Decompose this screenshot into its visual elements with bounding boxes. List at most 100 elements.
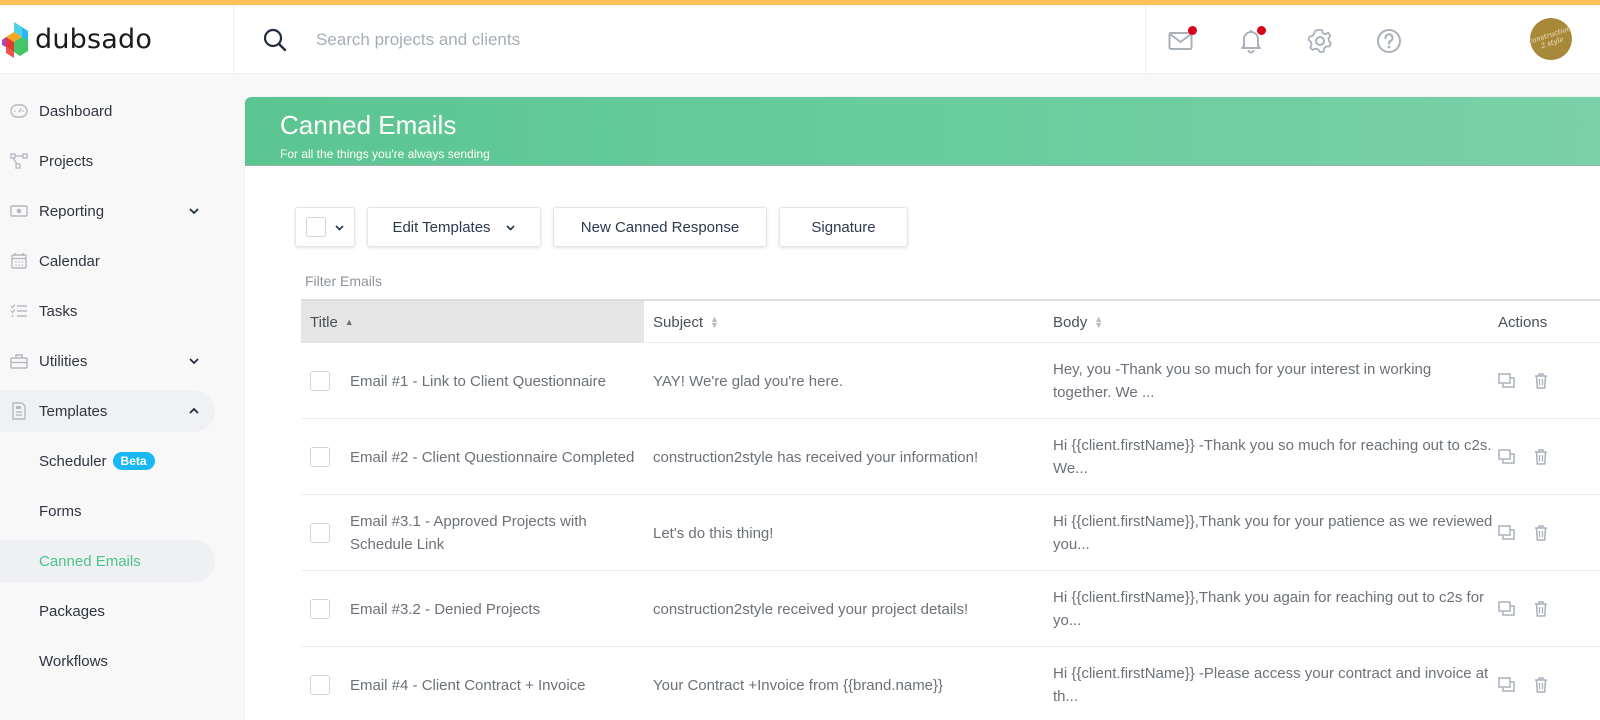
sidebar-item-reporting[interactable]: Reporting: [0, 190, 215, 232]
duplicate-button[interactable]: [1498, 524, 1516, 542]
toolbox-icon: [10, 352, 28, 370]
mail-notification-dot: [1188, 26, 1197, 35]
sidebar-item-label: Projects: [39, 152, 94, 170]
email-subject: Let's do this thing!: [653, 524, 774, 542]
edit-templates-button[interactable]: Edit Templates: [367, 207, 541, 247]
sidebar-item-label: Canned Emails: [39, 552, 141, 570]
sidebar: Dashboard Projects Reporting Calendar Ta…: [0, 90, 230, 690]
logo[interactable]: dubsado: [0, 5, 234, 74]
sidebar-item-packages[interactable]: Packages: [0, 590, 215, 632]
select-all-checkbox[interactable]: [305, 217, 326, 237]
column-title-label: Title: [310, 313, 338, 331]
column-header-body[interactable]: Body ▲ ▼: [1053, 301, 1103, 343]
row-checkbox[interactable]: [310, 674, 330, 695]
email-title[interactable]: Email #1 - Link to Client Questionnaire: [350, 343, 640, 419]
email-body-preview: Hi {{client.firstName}} -Please access y…: [1053, 665, 1489, 705]
email-title[interactable]: Email #3.1 - Approved Projects with Sche…: [350, 495, 640, 571]
sidebar-item-workflows[interactable]: Workflows: [0, 640, 215, 682]
delete-button[interactable]: [1532, 600, 1550, 618]
table-row[interactable]: Email #3.2 - Denied Projects constructio…: [301, 571, 1600, 647]
sidebar-item-dashboard[interactable]: Dashboard: [0, 90, 215, 132]
search-icon[interactable]: [262, 27, 288, 53]
canned-emails-table: Title ▲ Subject ▲ ▼ Body ▲ ▼ Actions Email…: [301, 299, 1600, 720]
email-subject: construction2style received your project…: [653, 600, 969, 618]
top-bar: dubsado Search projects and clients cons…: [0, 5, 1600, 74]
column-header-subject[interactable]: Subject ▲ ▼: [653, 301, 719, 343]
email-body-preview: Hi {{client.firstName}},Thank you again …: [1053, 589, 1485, 629]
sidebar-item-utilities[interactable]: Utilities: [0, 340, 215, 382]
header-divider: [1145, 5, 1146, 74]
row-checkbox[interactable]: [310, 598, 330, 619]
table-body: Email #1 - Link to Client Questionnaire …: [301, 343, 1600, 720]
delete-button[interactable]: [1532, 524, 1550, 542]
row-checkbox[interactable]: [310, 370, 330, 391]
bulk-select-dropdown[interactable]: [295, 207, 355, 247]
filter-emails-input[interactable]: [305, 273, 605, 289]
sidebar-item-label: Tasks: [39, 302, 78, 320]
sidebar-item-label: Forms: [39, 502, 82, 520]
sidebar-item-canned-emails[interactable]: Canned Emails: [0, 540, 215, 582]
signature-button[interactable]: Signature: [779, 207, 908, 247]
sidebar-item-forms[interactable]: Forms: [0, 490, 215, 532]
sidebar-item-calendar[interactable]: Calendar: [0, 240, 215, 282]
sidebar-item-label: Dashboard: [39, 102, 113, 120]
table-row[interactable]: Email #3.1 - Approved Projects with Sche…: [301, 495, 1600, 571]
table-row[interactable]: Email #1 - Link to Client Questionnaire …: [301, 343, 1600, 419]
column-header-title[interactable]: Title ▲: [301, 301, 644, 343]
document-icon: [10, 402, 28, 420]
sidebar-item-templates[interactable]: Templates: [0, 390, 215, 432]
column-header-actions: Actions: [1498, 301, 1547, 343]
duplicate-icon: [1498, 448, 1515, 464]
table-header: Title ▲ Subject ▲ ▼ Body ▲ ▼ Actions: [301, 301, 1600, 343]
duplicate-button[interactable]: [1498, 600, 1516, 618]
notifications-button[interactable]: [1237, 26, 1266, 55]
sidebar-item-projects[interactable]: Projects: [0, 140, 215, 182]
email-title[interactable]: Email #2 - Client Questionnaire Complete…: [350, 419, 640, 495]
edit-templates-label: Edit Templates: [392, 218, 491, 236]
sidebar-item-scheduler[interactable]: Scheduler Beta: [0, 440, 215, 482]
delete-button[interactable]: [1532, 372, 1550, 390]
table-row[interactable]: Email #4 - Client Contract + Invoice You…: [301, 647, 1600, 720]
trash-icon: [1535, 372, 1547, 389]
email-subject: YAY! We're glad you're here.: [653, 372, 843, 390]
sidebar-item-label: Utilities: [39, 352, 88, 370]
projects-icon: [10, 152, 28, 170]
email-subject: construction2style has received your inf…: [653, 448, 979, 466]
row-checkbox[interactable]: [310, 446, 330, 467]
search-input[interactable]: [316, 29, 1016, 50]
sidebar-item-label: Reporting: [39, 202, 105, 220]
new-canned-response-button[interactable]: New Canned Response: [553, 207, 767, 247]
chevron-down-icon: [505, 224, 515, 231]
beta-badge: Beta: [112, 452, 155, 470]
duplicate-button[interactable]: [1498, 372, 1516, 390]
user-avatar[interactable]: construction 2 style: [1524, 12, 1578, 66]
tasks-icon: [10, 302, 28, 320]
gear-icon: [1307, 29, 1332, 53]
email-body-preview: Hi {{client.firstName}} -Thank you so mu…: [1053, 437, 1492, 477]
dubsado-logo-icon: [2, 21, 28, 58]
money-icon: [10, 202, 28, 220]
trash-icon: [1535, 676, 1547, 693]
chevron-down-icon: [189, 358, 199, 365]
sidebar-item-label: Templates: [39, 402, 108, 420]
settings-button[interactable]: [1306, 27, 1334, 55]
row-checkbox[interactable]: [310, 522, 330, 543]
toolbar: Edit Templates New Canned Response Signa…: [295, 207, 920, 247]
column-subject-label: Subject: [653, 313, 704, 331]
delete-button[interactable]: [1532, 448, 1550, 466]
duplicate-button[interactable]: [1498, 676, 1516, 694]
duplicate-button[interactable]: [1498, 448, 1516, 466]
signature-label: Signature: [811, 218, 876, 236]
gauge-icon: [10, 102, 28, 120]
sort-icon: ▲ ▼: [1094, 314, 1104, 330]
email-title[interactable]: Email #4 - Client Contract + Invoice: [350, 647, 640, 720]
table-row[interactable]: Email #2 - Client Questionnaire Complete…: [301, 419, 1600, 495]
mail-button[interactable]: [1167, 26, 1197, 55]
email-title[interactable]: Email #3.2 - Denied Projects: [350, 571, 640, 647]
help-button[interactable]: [1375, 27, 1403, 55]
sidebar-item-tasks[interactable]: Tasks: [0, 290, 215, 332]
delete-button[interactable]: [1532, 676, 1550, 694]
email-subject: Your Contract +Invoice from {{brand.name…: [653, 676, 944, 694]
new-canned-response-label: New Canned Response: [580, 218, 740, 236]
search-bar: [262, 5, 1142, 74]
